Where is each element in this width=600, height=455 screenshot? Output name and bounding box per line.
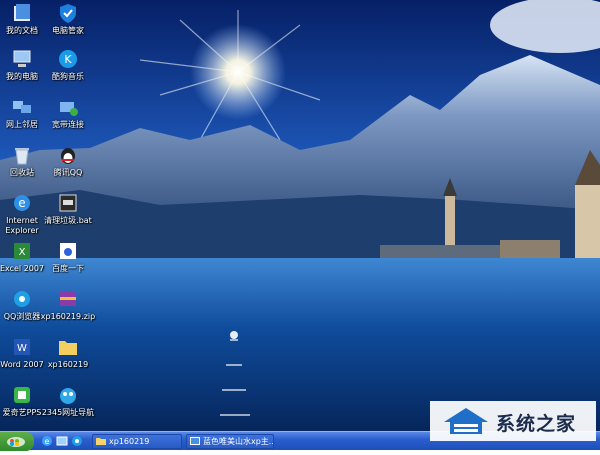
broadband-icon [57,96,79,118]
word-icon: W [11,336,33,358]
desktop-icon-label: 宽带连接 [52,120,84,129]
recycle-bin-icon [11,144,33,166]
task-label: 蓝色唯美山水xp主... [203,437,274,446]
desktop-icon[interactable]: 腾讯QQ [40,144,96,178]
ie-icon: e [11,192,33,214]
svg-text:e: e [18,196,25,210]
desktop-icon-label: 酷狗音乐 [52,72,84,81]
task-label: xp160219 [109,437,150,446]
start-button[interactable] [0,432,34,451]
svg-text:W: W [17,343,27,354]
desktop-icon-label: 百度一下 [52,264,84,273]
watermark-text: 系统之家 [496,413,577,435]
batch-file-icon [57,192,79,214]
network-icon [11,96,33,118]
taskbar-button-image-viewer[interactable]: 蓝色唯美山水xp主... [186,434,274,449]
desktop-icon[interactable]: 清理垃圾.bat [40,192,96,226]
folder-icon [57,336,79,358]
qq-penguin-icon [57,144,79,166]
desktop-icon[interactable]: 电脑管家 [40,2,96,36]
qq-browser-quicklaunch-icon[interactable] [71,435,83,447]
my-documents-icon [11,2,33,24]
folder-icon [96,438,106,445]
desktop-icon-label: 腾讯QQ [53,168,83,177]
show-desktop-icon[interactable] [56,435,68,447]
svg-text:X: X [19,247,26,258]
desktop-icon[interactable]: K 酷狗音乐 [40,48,96,82]
desktop-icon[interactable]: xp160219 [40,336,96,370]
taskbar-button-folder[interactable]: xp160219 [92,434,182,449]
desktop-icon-label: 清理垃圾.bat [44,216,92,225]
desktop-icon-label: xp160219 [47,360,89,369]
desktop-icon-label: 2345网址导航 [41,408,95,417]
svg-text:e: e [45,437,50,446]
excel-icon: X [11,240,33,262]
iqiyi-icon [11,384,33,406]
windows-logo-icon [7,437,25,447]
my-computer-icon [11,48,33,70]
watermark-logo: 系统之家 [430,401,596,441]
desktop-icon[interactable]: xp160219.zip [40,288,96,322]
house-logo-icon [444,408,488,434]
desktop-icon[interactable]: 2345网址导航 [40,384,96,418]
ie-quicklaunch-icon[interactable]: e [41,435,53,447]
desktop-icon-label: Explorer [5,226,39,235]
desktop-icon[interactable]: 宽带连接 [40,96,96,130]
desktop-icon-label: xp160219.zip [40,312,96,321]
desktop-icon[interactable]: 百度一下 [40,240,96,274]
shield-icon [57,2,79,24]
kugou-icon: K [57,48,79,70]
svg-text:K: K [64,53,72,66]
zip-archive-icon [57,288,79,310]
desktop-icon-label: 电脑管家 [52,26,84,35]
qq-browser-icon [11,288,33,310]
2345-nav-icon [57,384,79,406]
image-icon [190,437,200,445]
baidu-icon [57,240,79,262]
